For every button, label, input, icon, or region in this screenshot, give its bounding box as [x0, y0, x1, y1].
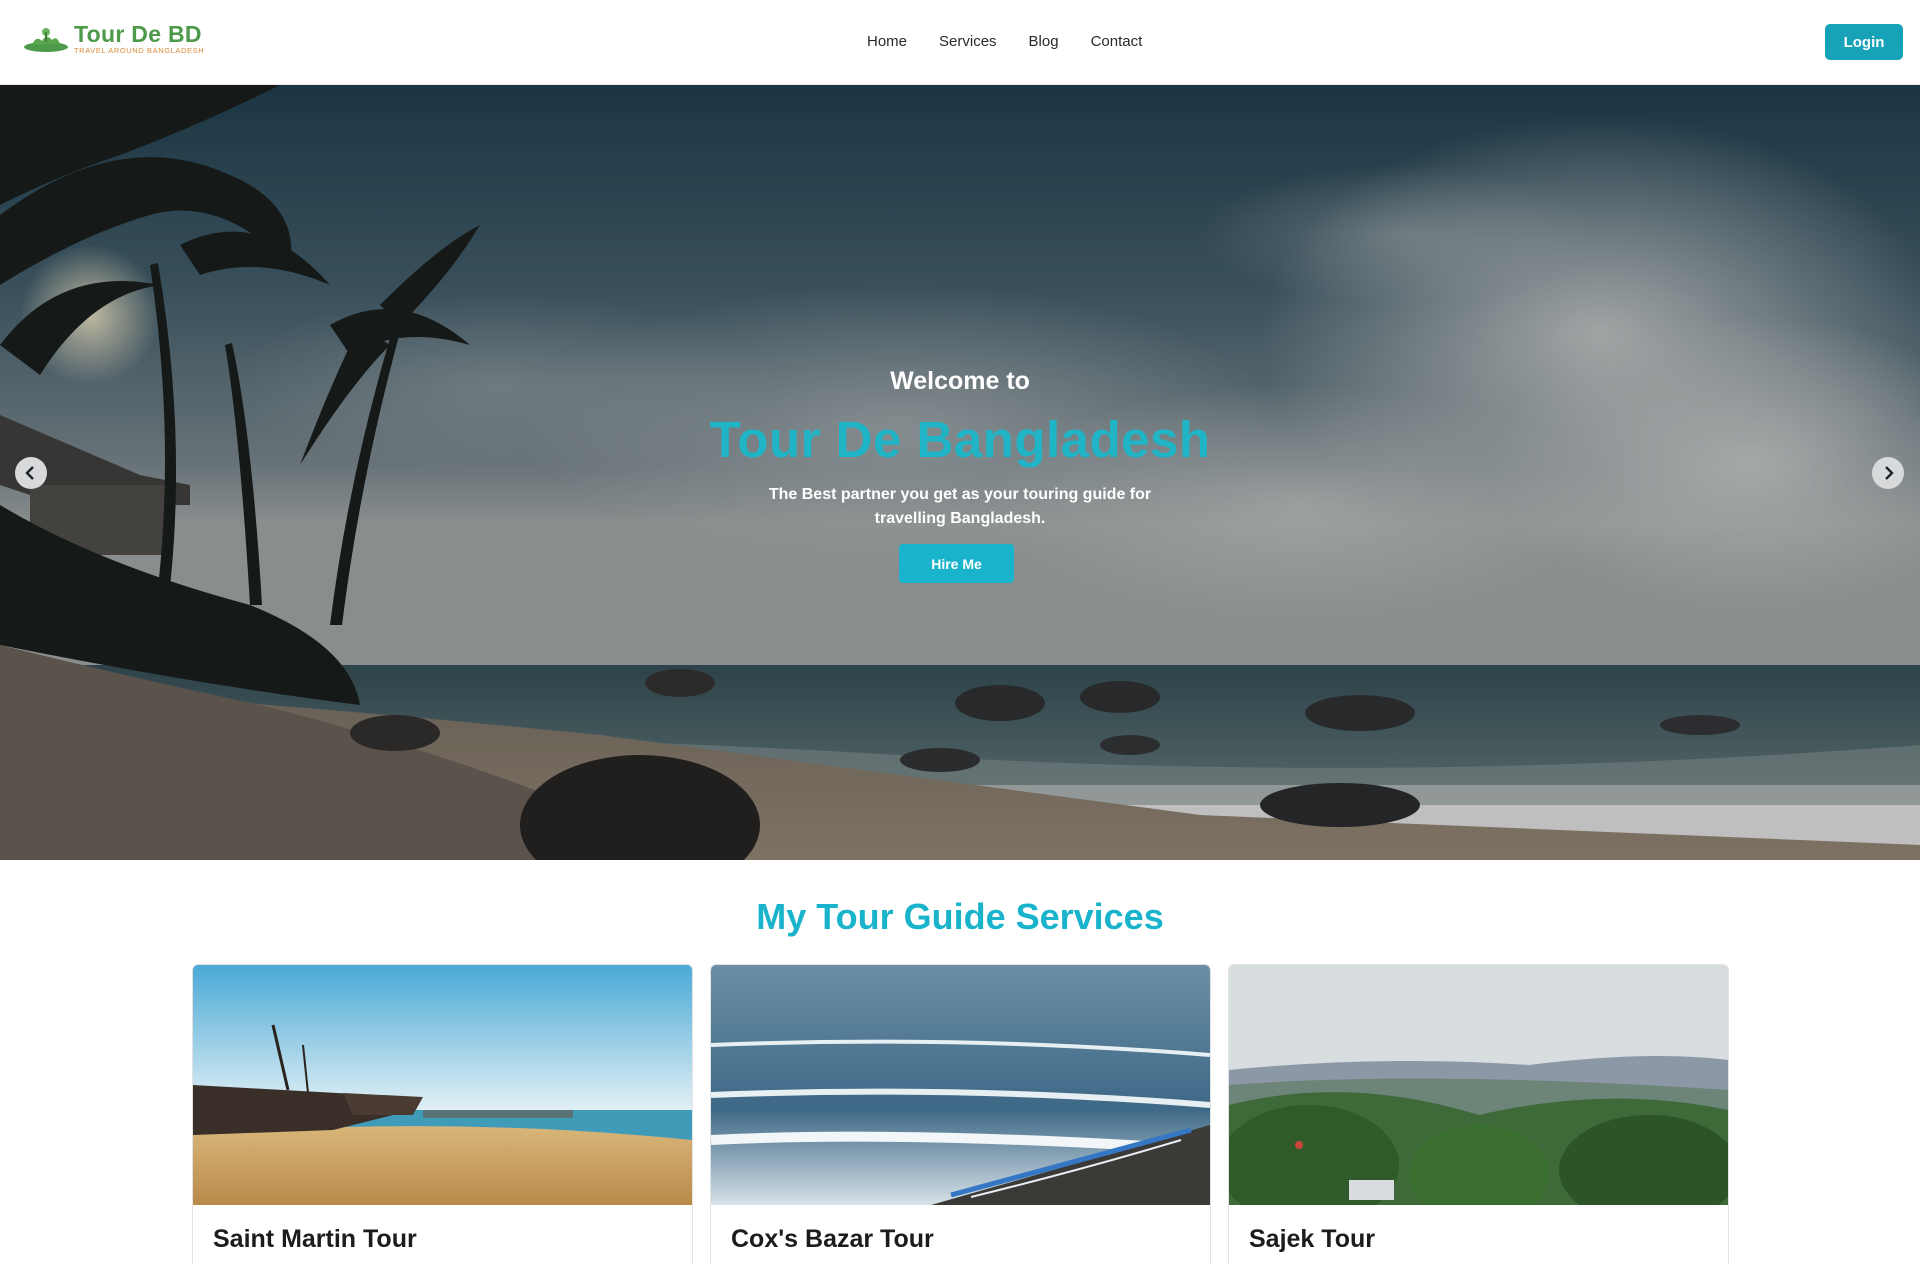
hero-title: Tour De Bangladesh	[709, 411, 1211, 468]
brand-logo-link[interactable]: Tour De BD TRAVEL AROUND BANGLADESH	[22, 22, 204, 55]
brand-text: Tour De BD TRAVEL AROUND BANGLADESH	[74, 22, 204, 55]
service-card-sajek[interactable]: Sajek Tour	[1228, 964, 1729, 1264]
carousel-prev-button[interactable]	[15, 457, 47, 489]
login-button[interactable]: Login	[1825, 24, 1903, 60]
brand-name: Tour De BD	[74, 21, 202, 47]
service-cards: Saint Martin Tour Cox's Bazar Tour Sajek…	[192, 964, 1746, 1264]
nav-link-home[interactable]: Home	[867, 32, 907, 52]
hero-carousel: Welcome to Tour De Bangladesh The Best p…	[0, 85, 1920, 860]
carousel-next-button[interactable]	[1872, 457, 1904, 489]
hero-subtitle: The Best partner you get as your touring…	[768, 486, 1152, 527]
hero-welcome: Welcome to	[890, 367, 1030, 395]
chevron-right-icon	[1885, 466, 1894, 480]
service-card-title: Saint Martin Tour	[213, 1225, 417, 1253]
saint-martin-beach-image	[193, 965, 692, 1205]
sajek-hills-image	[1229, 965, 1728, 1205]
brand-tagline: TRAVEL AROUND BANGLADESH	[74, 46, 205, 55]
service-card-title: Sajek Tour	[1249, 1225, 1375, 1253]
nav-link-services[interactable]: Services	[939, 32, 997, 52]
nav-link-blog[interactable]: Blog	[1029, 32, 1059, 52]
coxs-bazar-beach-image	[711, 965, 1210, 1205]
nav-link-contact[interactable]: Contact	[1091, 32, 1143, 52]
chevron-left-icon	[25, 466, 34, 480]
service-card-saint-martin[interactable]: Saint Martin Tour	[192, 964, 693, 1264]
hero-caption: Welcome to Tour De Bangladesh The Best p…	[0, 85, 1920, 860]
main-nav: Home Services Blog Contact	[867, 32, 1174, 52]
service-card-title: Cox's Bazar Tour	[731, 1225, 934, 1253]
hire-me-button[interactable]: Hire Me	[899, 544, 1014, 583]
services-heading: My Tour Guide Services	[756, 896, 1164, 937]
service-card-coxs-bazar[interactable]: Cox's Bazar Tour	[710, 964, 1211, 1264]
navbar: Tour De BD TRAVEL AROUND BANGLADESH Home…	[0, 0, 1920, 85]
tourist-island-icon	[22, 23, 70, 55]
